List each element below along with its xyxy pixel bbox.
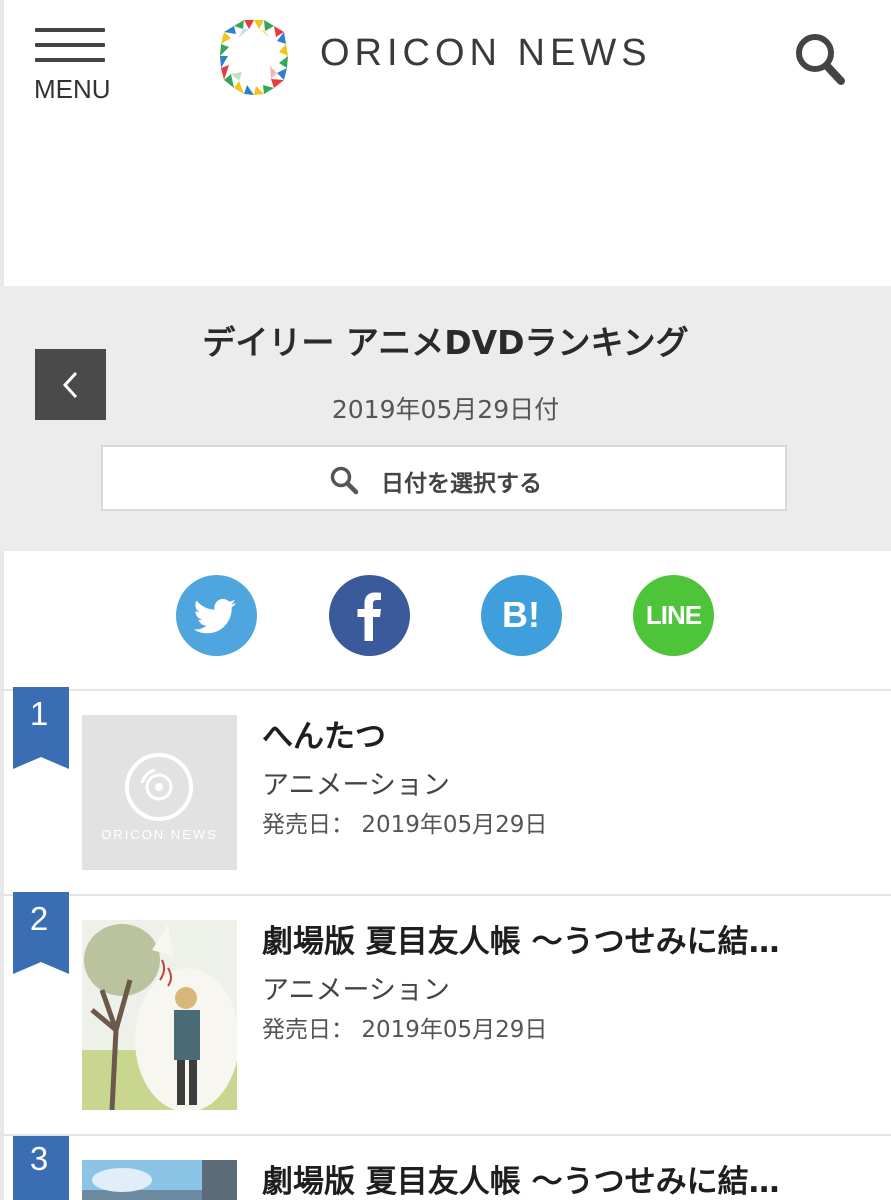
logo-mark-icon (220, 20, 288, 95)
menu-button[interactable]: MENU (34, 28, 111, 104)
site-header: MENU ORICON NEWS (0, 0, 891, 120)
twitter-icon (193, 599, 236, 634)
svg-text:B!: B! (502, 594, 540, 635)
thumbnail-watermark: ORICON NEWS (101, 827, 218, 842)
ranking-item[interactable]: 2 劇場版 夏目友人帳 〜うつせみに結… アニメーション 発売日： 2019年0… (0, 892, 891, 1134)
ranking-item[interactable]: 3 劇場版 夏目友人帳 〜うつせみに結… (0, 1134, 891, 1200)
ranking-date: 2019年05月29日付 (331, 395, 560, 424)
page-title: デイリー アニメDVDランキング (202, 323, 689, 362)
release-value: 2019年05月29日 (361, 812, 548, 838)
search-icon (796, 34, 845, 85)
item-title[interactable]: 劇場版 夏目友人帳 〜うつせみに結… (262, 1156, 822, 1200)
logo-text: ORICON NEWS (320, 32, 652, 74)
rank-number: 3 (29, 1140, 49, 1177)
menu-icon (35, 28, 105, 32)
select-date-label: 日付を選択する (381, 471, 542, 497)
item-genre: アニメーション (262, 770, 450, 801)
search-button[interactable] (792, 30, 848, 90)
hatena-bookmark-icon: B! (502, 594, 540, 635)
release-value: 2019年05月29日 (361, 1017, 548, 1043)
item-thumbnail[interactable] (82, 920, 237, 1110)
menu-icon-line (35, 43, 105, 47)
menu-label: MENU (34, 74, 111, 104)
rank-badge: 3 (13, 1136, 69, 1200)
rank-number: 1 (29, 695, 49, 732)
facebook-share-button[interactable] (329, 575, 410, 656)
item-thumbnail[interactable]: ORICON NEWS (82, 715, 237, 870)
site-logo[interactable]: ORICON NEWS (218, 18, 678, 96)
disc-placeholder-icon (125, 753, 193, 821)
search-icon (330, 466, 359, 495)
item-genre: アニメーション (262, 975, 450, 1006)
item-release-date: 発売日： 2019年05月29日 (262, 1010, 547, 1044)
rank-number: 2 (29, 900, 49, 937)
line-icon: LINE (645, 600, 702, 630)
rank-badge: 1 (13, 687, 69, 769)
cover-art-image (82, 920, 237, 1110)
twitter-share-button[interactable] (176, 575, 257, 656)
item-title[interactable]: へんたつ (262, 711, 822, 756)
rank-badge: 2 (13, 892, 69, 974)
item-release-date: 発売日： 2019年05月29日 (262, 805, 547, 839)
release-label: 発売日： (262, 812, 354, 838)
item-title[interactable]: 劇場版 夏目友人帳 〜うつせみに結… (262, 916, 822, 961)
share-bar: B! LINE (0, 551, 891, 689)
cover-art-image (82, 1160, 237, 1200)
hatena-bookmark-share-button[interactable]: B! (481, 575, 562, 656)
facebook-icon (357, 592, 381, 641)
ranking-item[interactable]: 1 ORICON NEWS へんたつ アニメーション 発売日： 2019年05月… (0, 687, 891, 894)
release-label: 発売日： (262, 1017, 354, 1043)
line-share-button[interactable]: LINE (633, 575, 714, 656)
select-date-button[interactable]: 日付を選択する (101, 445, 787, 511)
ranking-header: デイリー アニメDVDランキング 2019年05月29日付 日付を選択する (0, 286, 891, 551)
menu-icon-line (35, 58, 105, 62)
item-thumbnail[interactable] (82, 1160, 237, 1200)
